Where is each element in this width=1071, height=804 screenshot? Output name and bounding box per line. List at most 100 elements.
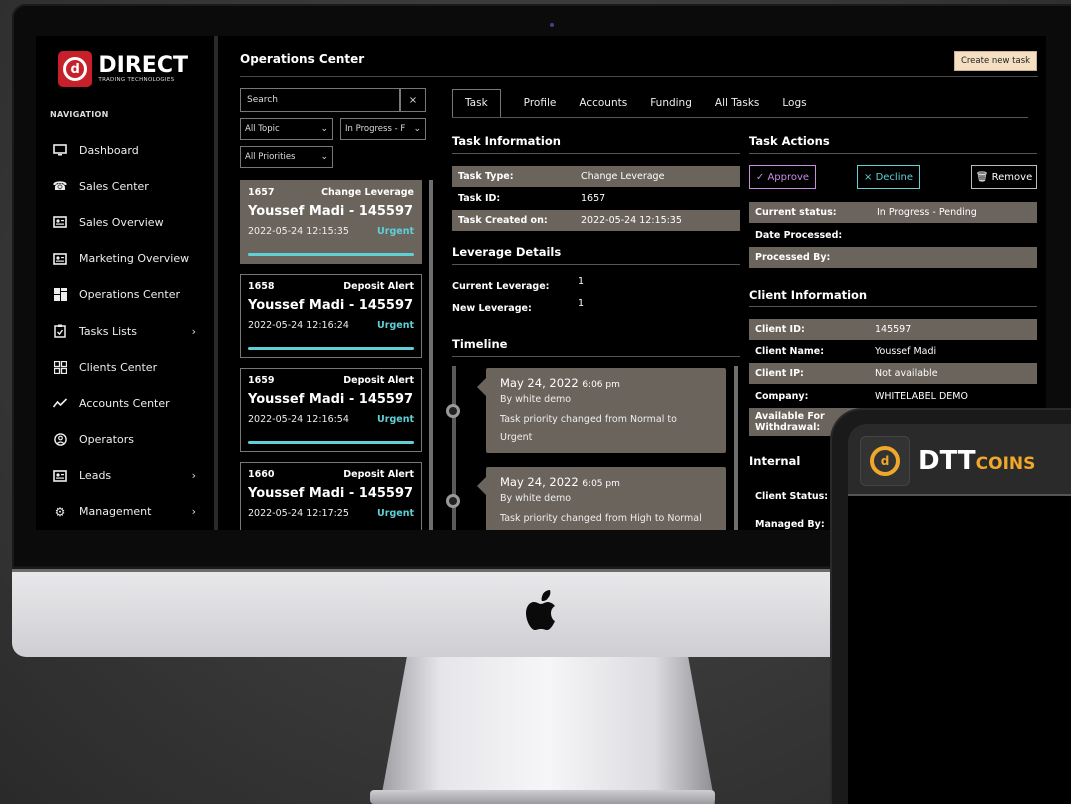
client-name-row: Client Name: Youssef Madi <box>749 341 1037 362</box>
brand-logo-subtitle: TRADING TECHNOLOGIES <box>98 77 175 83</box>
tab-accounts[interactable]: Accounts <box>579 97 627 117</box>
phone-icon: ☎ <box>52 179 68 194</box>
phone-header-divider <box>848 494 1071 496</box>
field-label: Task Type: <box>458 171 514 182</box>
leverage-title: Leverage Details <box>452 245 562 259</box>
new-leverage-row: New Leverage: 1 <box>452 298 740 319</box>
approve-button[interactable]: ✓ Approve <box>749 165 816 189</box>
user-circle-icon <box>53 433 67 447</box>
field-label: Current status: <box>755 207 837 218</box>
sidebar-item-label: Clients Center <box>79 360 158 374</box>
clear-search-button[interactable]: × <box>400 88 426 112</box>
tab-all-tasks[interactable]: All Tasks <box>715 97 760 117</box>
task-priority: Urgent <box>377 508 414 519</box>
tab-profile[interactable]: Profile <box>524 97 557 117</box>
section-divider <box>749 153 1037 154</box>
field-value: Youssef Madi <box>875 346 937 357</box>
sidebar-item-label: Marketing Overview <box>79 252 190 266</box>
task-id-row: Task ID: 1657 <box>452 188 740 209</box>
sidebar-item-label: Operators <box>79 433 134 447</box>
remove-button[interactable]: 🗑 Remove <box>971 165 1037 189</box>
timeline-title: Timeline <box>452 337 508 351</box>
timeline-event: May 24, 2022 6:06 pm By white demo Task … <box>477 368 726 453</box>
brand-logo-mark-icon: d <box>58 51 93 87</box>
sidebar-item-operators[interactable]: Operators <box>36 422 214 458</box>
task-list: 1657 Change Leverage Youssef Madi - 14559… <box>240 180 422 530</box>
field-label: Client IP: <box>755 368 804 379</box>
field-label: Managed By: <box>755 519 825 530</box>
event-time: 6:05 pm <box>582 479 620 489</box>
current-leverage-row: Current Leverage: 1 <box>452 276 740 297</box>
monitor-stand-foot <box>370 790 715 804</box>
field-value: 1 <box>578 298 585 309</box>
priority-select[interactable]: All Priorities ⌄ <box>240 146 333 168</box>
field-value: 2022-05-24 12:15:35 <box>581 215 682 226</box>
timeline-scrollbar[interactable] <box>734 366 738 530</box>
event-time: 6:06 pm <box>582 380 620 390</box>
task-card-1657[interactable]: 1657 Change Leverage Youssef Madi - 14559… <box>240 180 422 264</box>
dtt-logo: DTTCOINS <box>918 446 1035 476</box>
field-label-cont: Withdrawal: <box>755 422 821 433</box>
processed-by-row: Processed By: <box>749 247 1037 268</box>
status-select[interactable]: In Progress - F ⌄ <box>340 118 426 140</box>
current-status-row: Current status: In Progress - Pending <box>749 202 1037 223</box>
task-type: Deposit Alert <box>343 469 414 480</box>
sidebar-item-leads[interactable]: Leads › <box>36 458 214 494</box>
task-priority: Urgent <box>377 414 414 425</box>
field-label: Client Status: <box>755 491 829 502</box>
section-divider <box>452 264 740 265</box>
field-value: 1657 <box>581 193 606 204</box>
task-id: 1657 <box>248 187 275 198</box>
page-title: Operations Center <box>240 52 365 66</box>
sidebar-divider <box>214 36 218 530</box>
task-card-1659[interactable]: 1659 Deposit Alert Youssef Madi - 145597 … <box>240 368 422 452</box>
priority-select-value: All Priorities <box>245 152 296 162</box>
sidebar-item-accounts-center[interactable]: Accounts Center <box>36 385 214 421</box>
create-task-button[interactable]: Create new task <box>954 51 1037 71</box>
sidebar-item-marketing-overview[interactable]: Marketing Overview <box>36 241 214 277</box>
task-card-1658[interactable]: 1658 Deposit Alert Youssef Madi - 145597 … <box>240 274 422 358</box>
internal-title: Internal <box>749 454 801 468</box>
dtt-logo-accent: COINS <box>975 454 1036 474</box>
detail-tabs: Task Profile Accounts Funding All Tasks … <box>452 89 1028 118</box>
field-label: Available For <box>755 411 825 422</box>
timeline-dot-icon <box>446 494 460 508</box>
tab-funding[interactable]: Funding <box>650 97 692 117</box>
monitor-stand <box>380 657 715 804</box>
field-label: Company: <box>755 391 809 402</box>
field-value: WHITELABEL DEMO <box>875 391 968 402</box>
sidebar-item-tasks-lists[interactable]: Tasks Lists › <box>36 313 214 349</box>
task-client-name: Youssef Madi - 145597 <box>248 392 414 407</box>
search-input[interactable]: Search <box>240 88 400 112</box>
sidebar-item-dashboard[interactable]: Dashboard <box>36 132 214 168</box>
event-message: Task priority changed from Normal to <box>500 414 677 425</box>
task-id: 1660 <box>248 469 275 480</box>
decline-button[interactable]: × Decline <box>857 165 920 189</box>
topic-select[interactable]: All Topic ⌄ <box>240 118 333 140</box>
sidebar-item-clients-center[interactable]: Clients Center <box>36 349 214 385</box>
sidebar-item-sales-overview[interactable]: Sales Overview <box>36 204 214 240</box>
sidebar-item-label: Management <box>79 505 152 519</box>
event-author: By white demo <box>500 394 572 405</box>
sidebar-item-sales-center[interactable]: ☎ Sales Center <box>36 168 214 204</box>
tab-task[interactable]: Task <box>452 89 501 117</box>
client-id-row: Client ID: 145597 <box>749 319 1037 340</box>
task-date: 2022-05-24 12:15:35 <box>248 226 349 237</box>
sidebar-item-operations-center[interactable]: Operations Center <box>36 277 214 313</box>
id-card-icon <box>53 215 67 229</box>
task-type: Deposit Alert <box>343 375 414 386</box>
event-message-cont: Urgent <box>500 432 533 443</box>
tab-logs[interactable]: Logs <box>782 97 806 117</box>
brand-logo[interactable]: d DIRECT TRADING TECHNOLOGIES <box>58 50 188 88</box>
task-type: Change Leverage <box>321 187 414 198</box>
camera-dot <box>550 23 554 27</box>
task-created-row: Task Created on: 2022-05-24 12:15:35 <box>452 210 740 231</box>
section-divider <box>749 306 1037 307</box>
field-value: In Progress - Pending <box>877 207 977 218</box>
task-card-1660[interactable]: 1660 Deposit Alert Youssef Madi - 145597 … <box>240 462 422 530</box>
sidebar-item-management[interactable]: ⚙ Management › <box>36 494 214 530</box>
chevron-right-icon: › <box>191 505 196 519</box>
task-list-scrollbar[interactable] <box>429 180 433 530</box>
sidebar-item-label: Accounts Center <box>79 396 170 410</box>
grid-icon <box>53 288 67 302</box>
